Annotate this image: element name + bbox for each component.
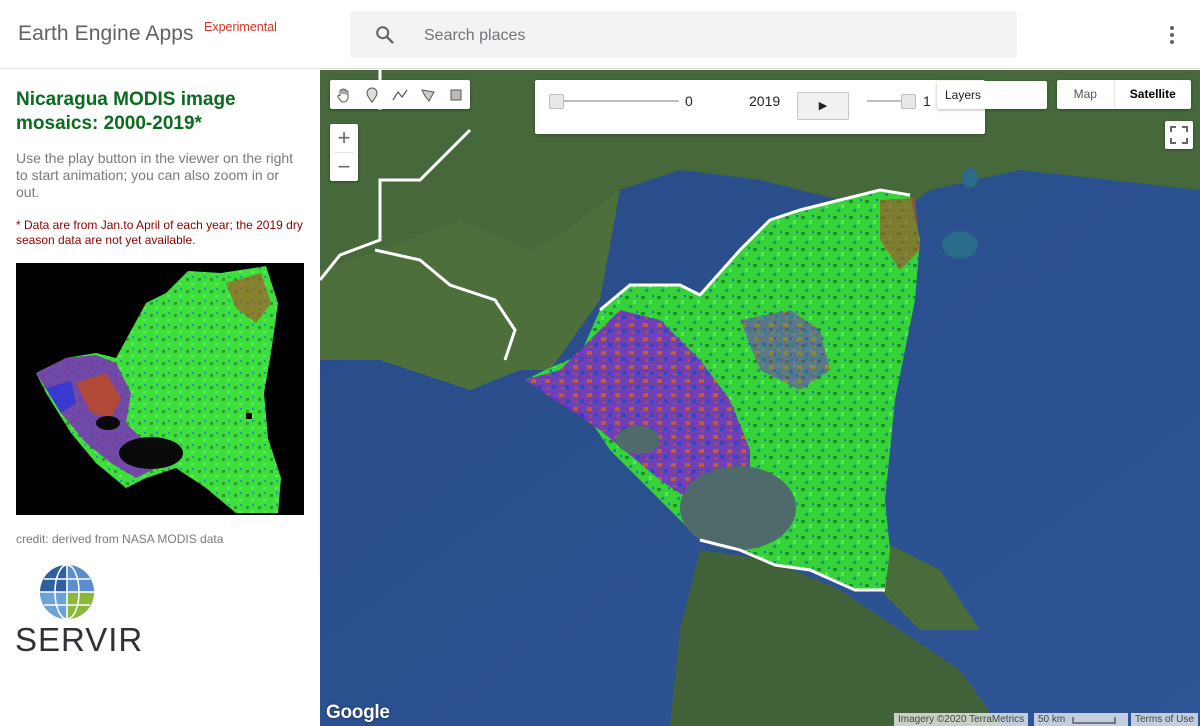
frame-slider-handle[interactable] bbox=[549, 94, 564, 109]
fullscreen-button[interactable] bbox=[1165, 121, 1193, 149]
globe-logo-icon bbox=[40, 564, 94, 620]
map-type-satellite-button[interactable]: Satellite bbox=[1115, 80, 1191, 109]
terms-link[interactable]: Terms of Use bbox=[1131, 713, 1198, 726]
panel-description: Use the play button in the viewer on the… bbox=[16, 150, 294, 200]
marker-pin-icon[interactable] bbox=[358, 80, 386, 109]
imagery-attribution: Imagery ©2020 TerraMetrics bbox=[894, 713, 1029, 726]
map-type-control: Map Satellite bbox=[1057, 80, 1191, 109]
zoom-out-button[interactable]: − bbox=[330, 153, 358, 181]
fullscreen-icon bbox=[1170, 126, 1188, 144]
app-title[interactable]: Earth Engine Apps bbox=[18, 22, 194, 46]
app-header: Earth Engine Apps Experimental bbox=[0, 0, 1200, 69]
side-panel: Nicaragua MODIS image mosaics: 2000-2019… bbox=[0, 70, 320, 726]
play-button[interactable]: ▶ bbox=[797, 92, 849, 120]
scale-label: 50 km bbox=[1038, 714, 1066, 725]
opacity-slider-handle[interactable] bbox=[901, 94, 916, 109]
map-viewer[interactable] bbox=[320, 70, 1200, 726]
servir-logo-text: SERVIR bbox=[15, 621, 144, 658]
frame-slider-track[interactable] bbox=[555, 100, 679, 102]
satellite-map[interactable] bbox=[320, 70, 1200, 726]
zoom-in-button[interactable]: + bbox=[330, 124, 358, 152]
data-note: * Data are from Jan.to April of each yea… bbox=[16, 218, 303, 247]
mosaic-thumbnail bbox=[16, 263, 304, 515]
more-vert-icon[interactable] bbox=[1162, 24, 1182, 46]
layers-button[interactable]: Layers bbox=[937, 81, 1047, 109]
animation-panel: 0 2019 ▶ 1 bbox=[535, 80, 985, 134]
draw-polygon-icon[interactable] bbox=[414, 80, 442, 109]
zoom-control: + − bbox=[330, 124, 358, 181]
map-type-map-button[interactable]: Map bbox=[1057, 80, 1115, 109]
panel-title: Nicaragua MODIS image mosaics: 2000-2019… bbox=[16, 89, 236, 134]
draw-line-icon[interactable] bbox=[386, 80, 414, 109]
search-input[interactable] bbox=[422, 11, 986, 60]
frame-slider-value: 0 bbox=[685, 93, 693, 109]
opacity-slider-value: 1 bbox=[923, 93, 931, 109]
google-logo: Google bbox=[326, 702, 390, 723]
current-year: 2019 bbox=[749, 93, 781, 109]
draw-rectangle-icon[interactable] bbox=[442, 80, 470, 109]
scale-bar-icon bbox=[1072, 717, 1116, 724]
credit-text: credit: derived from NASA MODIS data bbox=[16, 532, 224, 546]
experimental-badge: Experimental bbox=[204, 20, 277, 34]
search-box[interactable] bbox=[350, 11, 1017, 60]
drawing-tools bbox=[330, 80, 470, 109]
pan-hand-icon[interactable] bbox=[330, 80, 358, 109]
scale-bar[interactable]: 50 km bbox=[1034, 713, 1128, 726]
search-icon[interactable] bbox=[374, 24, 396, 46]
